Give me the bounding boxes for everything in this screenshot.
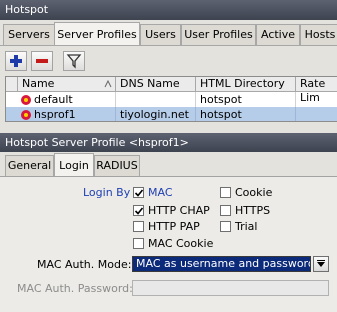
- mac-auth-password-label: MAC Auth. Password:: [17, 282, 133, 295]
- column-header-dns-name[interactable]: DNS Name: [116, 77, 196, 92]
- table-row-selected[interactable]: hsprof1 tiyologin.net hotspot: [6, 107, 337, 121]
- mac-auth-mode-select[interactable]: MAC as username and password: [132, 256, 311, 272]
- trial-checkbox[interactable]: [220, 221, 231, 232]
- mac-checkbox[interactable]: [133, 187, 144, 198]
- profiles-table: Name DNS Name HTML Directory Rate Lim de…: [5, 76, 337, 122]
- row-html-dir: hotspot: [196, 92, 296, 107]
- dialog-title-bar: Hotspot Server Profile <hsprof1>: [0, 133, 337, 152]
- table-row[interactable]: default hotspot: [6, 92, 337, 107]
- login-by-label: Login By: [83, 186, 131, 199]
- filter-button[interactable]: [63, 51, 85, 71]
- mac-cookie-label: MAC Cookie: [148, 237, 214, 250]
- tab-divider: [0, 45, 337, 46]
- tab-login[interactable]: Login: [54, 153, 94, 176]
- dialog-title: Hotspot Server Profile <hsprof1>: [5, 136, 189, 149]
- check-icon: [134, 189, 144, 197]
- http-pap-label: HTTP PAP: [148, 220, 200, 233]
- remove-button[interactable]: [31, 51, 53, 71]
- mac-auth-mode-dropdown-button[interactable]: [313, 256, 329, 272]
- cookie-checkbox[interactable]: [220, 187, 231, 198]
- https-label: HTTPS: [235, 204, 271, 217]
- column-header-rate-limit[interactable]: Rate Lim: [296, 77, 337, 104]
- row-name: default: [30, 92, 116, 107]
- dropdown-arrow-icon: [317, 260, 325, 267]
- http-chap-label: HTTP CHAP: [148, 204, 210, 217]
- mac-auth-mode-label: MAC Auth. Mode:: [37, 258, 132, 271]
- column-header-html-directory[interactable]: HTML Directory: [196, 77, 296, 92]
- minus-icon: [36, 59, 48, 63]
- tab-server-profiles[interactable]: Server Profiles: [54, 22, 140, 45]
- window-title-bar: Hotspot: [0, 0, 337, 20]
- tab-hosts[interactable]: Hosts: [300, 24, 337, 45]
- tab-user-profiles[interactable]: User Profiles: [181, 24, 256, 45]
- row-name: hsprof1: [30, 107, 116, 121]
- plus-icon: [10, 55, 22, 67]
- table-header-spacer: [6, 77, 18, 92]
- row-dns: [116, 92, 196, 107]
- tab-general[interactable]: General: [5, 155, 54, 176]
- http-chap-checkbox[interactable]: [133, 205, 144, 216]
- column-header-name[interactable]: Name: [18, 77, 116, 92]
- add-button[interactable]: [5, 51, 27, 71]
- sort-up-icon: [104, 80, 112, 88]
- trial-label: Trial: [235, 220, 258, 233]
- tab-servers[interactable]: Servers: [3, 24, 55, 45]
- mac-cookie-checkbox[interactable]: [133, 238, 144, 249]
- tab-users[interactable]: Users: [140, 24, 181, 45]
- window-title: Hotspot: [5, 3, 49, 16]
- check-icon: [134, 207, 144, 215]
- https-checkbox[interactable]: [220, 205, 231, 216]
- mac-auth-password-field: [132, 280, 329, 296]
- mac-auth-mode-value: MAC as username and password: [136, 257, 311, 270]
- tab-radius[interactable]: RADIUS: [94, 155, 140, 176]
- row-dns: tiyologin.net: [116, 107, 196, 121]
- row-html-dir: hotspot: [196, 107, 296, 121]
- filter-icon: [66, 54, 82, 69]
- tab-active[interactable]: Active: [256, 24, 300, 45]
- mac-label: MAC: [148, 186, 173, 199]
- cookie-label: Cookie: [235, 186, 273, 199]
- http-pap-checkbox[interactable]: [133, 221, 144, 232]
